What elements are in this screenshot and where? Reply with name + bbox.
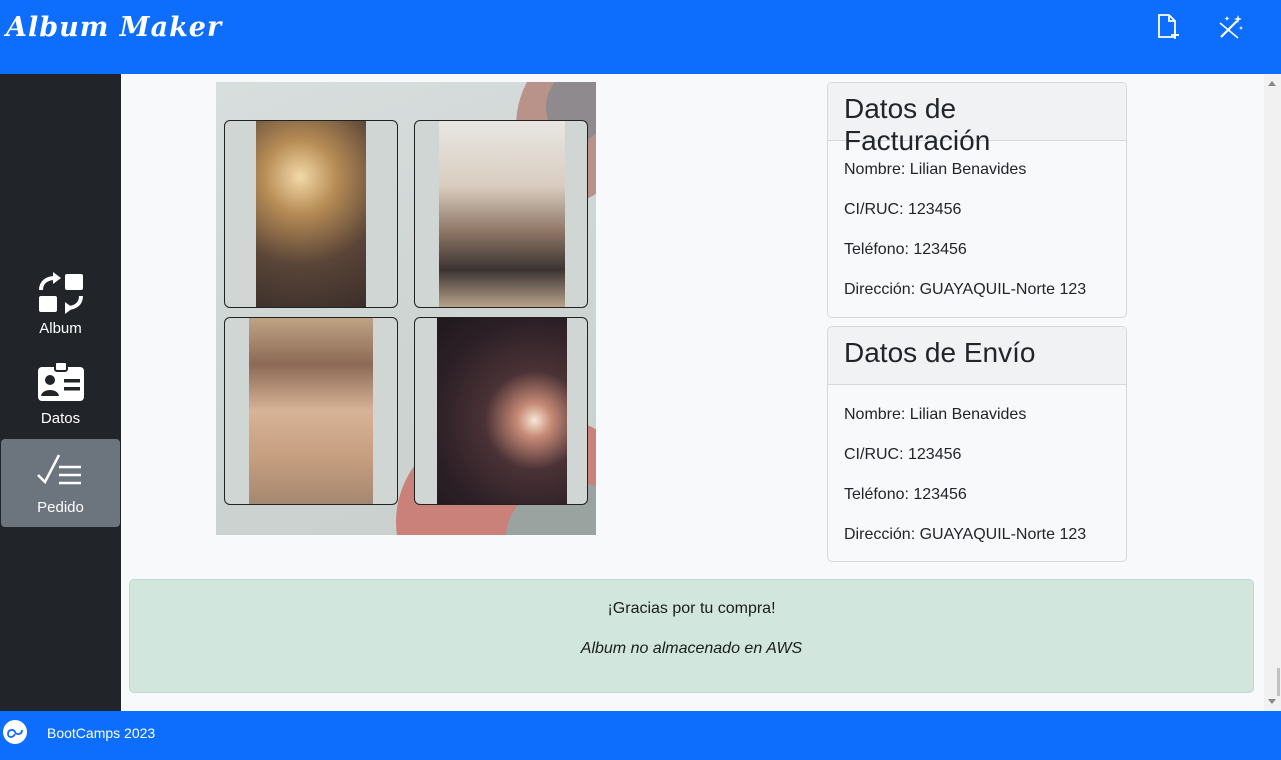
alert-note: Album no almacenado en AWS — [580, 640, 803, 657]
vertical-scrollbar[interactable] — [1264, 74, 1281, 711]
billing-address: Dirección: GUAYAQUIL-Norte 123 — [844, 281, 1087, 298]
sidebar-item-label: Album — [39, 320, 82, 337]
billing-ciruc: CI/RUC: 123456 — [844, 201, 962, 218]
woman-hat-photo — [224, 317, 398, 505]
sidebar-item-datos[interactable]: Datos — [1, 350, 120, 438]
album-preview — [216, 82, 596, 535]
shipping-name: Nombre: Lilian Benavides — [844, 406, 1027, 423]
shipping-card: Datos de Envío Nombre: Lilian Benavides … — [827, 326, 1127, 562]
main-content: Datos de Facturación Nombre: Lilian Bena… — [121, 74, 1264, 711]
shipping-address: Dirección: GUAYAQUIL-Norte 123 — [844, 526, 1087, 543]
shipping-ciruc: CI/RUC: 123456 — [844, 446, 962, 463]
success-alert: ¡Gracias por tu compra! Album no almacen… — [129, 579, 1254, 693]
new-file-icon[interactable] — [1153, 12, 1183, 42]
top-navbar: Album Maker — [0, 0, 1281, 74]
sidebar-item-label: Datos — [40, 410, 81, 427]
billing-card-title: Datos de Facturación — [828, 83, 1126, 156]
billing-card: Datos de Facturación Nombre: Lilian Bena… — [827, 82, 1127, 318]
scroll-up-icon[interactable] — [1268, 81, 1276, 86]
sidebar: Album Datos Pedido — [0, 74, 121, 711]
champagne-toast-photo — [224, 120, 398, 308]
id-card-icon — [38, 361, 84, 401]
checklist-icon — [37, 454, 81, 485]
billing-phone: Teléfono: 123456 — [844, 241, 967, 258]
scrollbar-thumb[interactable] — [1277, 668, 1280, 696]
birthday-cake-photo — [414, 317, 588, 505]
sidebar-item-album[interactable]: Album — [1, 260, 120, 348]
billing-name: Nombre: Lilian Benavides — [844, 161, 1027, 178]
sidebar-item-label: Pedido — [37, 499, 84, 516]
footer-text: BootCamps 2023 — [47, 725, 156, 741]
alert-message: ¡Gracias por tu compra! — [607, 600, 776, 617]
magic-wand-icon[interactable] — [1216, 12, 1246, 42]
bootcamp-logo-icon — [3, 720, 27, 744]
couple-photo — [414, 120, 588, 308]
scroll-down-icon[interactable] — [1268, 699, 1276, 704]
sidebar-item-pedido[interactable]: Pedido — [1, 439, 120, 527]
swap-icon — [39, 272, 83, 314]
footer: BootCamps 2023 — [0, 711, 1281, 760]
shipping-phone: Teléfono: 123456 — [844, 486, 967, 503]
app-title[interactable]: Album Maker — [6, 12, 222, 43]
shipping-card-title: Datos de Envío — [828, 327, 1126, 385]
